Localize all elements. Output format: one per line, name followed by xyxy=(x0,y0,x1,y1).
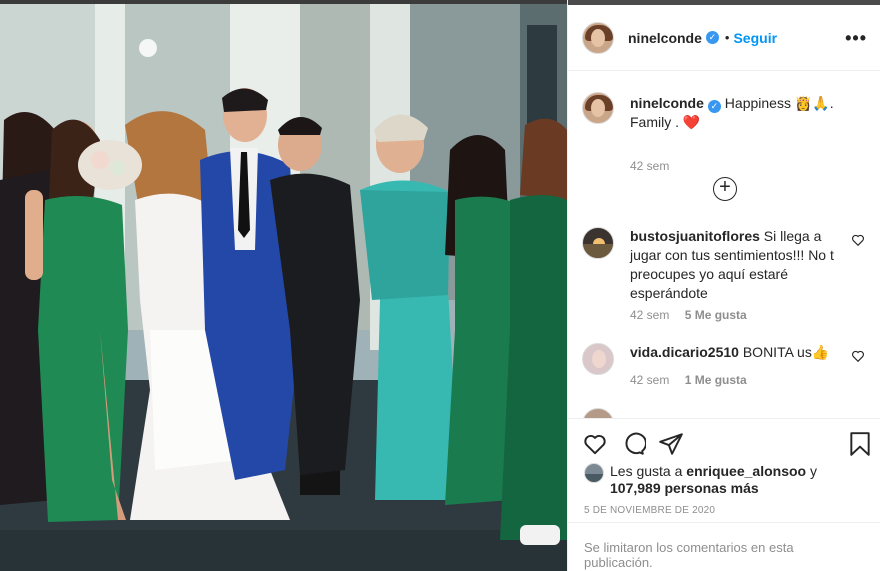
verified-badge-icon: ✓ xyxy=(707,100,721,113)
commenter-avatar[interactable] xyxy=(582,227,614,259)
post-side-panel: ninelconde ✓ • Seguir ••• ninelconde ✓ Ha… xyxy=(567,0,880,571)
liked-by-row: Les gusta a enriquee_alonsoo y 107,989 p… xyxy=(584,463,874,497)
commenter-avatar[interactable] xyxy=(582,408,614,418)
comments-disabled-notice: Se limitaron los comentarios en esta pub… xyxy=(568,522,880,571)
wedding-family-photo xyxy=(0,0,567,571)
comment-text: BONITA us👍 xyxy=(742,344,830,360)
liked-by-user[interactable]: enriquee_alonsoo xyxy=(686,463,806,479)
commenter-username[interactable]: bustosjuanitoflores xyxy=(630,228,760,244)
caption-time[interactable]: 42 sem xyxy=(630,159,669,173)
comments-list[interactable]: ninelconde ✓ Happiness 👸🙏. Family . ❤️ 42… xyxy=(568,72,880,418)
post-actions: Les gusta a enriquee_alonsoo y 107,989 p… xyxy=(568,418,880,571)
comment-likes[interactable]: 1 Me gusta xyxy=(685,373,747,387)
comment-meta: 42 sem 1 Me gusta xyxy=(630,373,759,387)
author-username[interactable]: ninelconde xyxy=(628,30,702,46)
paper-plane-icon[interactable] xyxy=(658,431,684,457)
comment-icon[interactable] xyxy=(620,431,646,457)
caption-username[interactable]: ninelconde xyxy=(630,95,704,111)
liked-by-joiner: y xyxy=(809,463,817,479)
more-options-icon[interactable]: ••• xyxy=(845,29,867,47)
plus-circle-icon[interactable]: + xyxy=(713,177,737,201)
post-photo[interactable] xyxy=(0,0,567,571)
caption-text-block: ninelconde ✓ Happiness 👸🙏. Family . ❤️ xyxy=(630,94,860,131)
liked-by-prefix: Les gusta a xyxy=(610,463,683,479)
bookmark-icon[interactable] xyxy=(847,431,873,457)
comment-text-block: bustosjuanitoflores Si llega a jugar con… xyxy=(630,227,840,303)
comment-likes[interactable]: 5 Me gusta xyxy=(685,308,747,322)
liked-by-count[interactable]: 107,989 personas más xyxy=(610,480,759,496)
caption-avatar[interactable] xyxy=(582,92,614,124)
comment-meta: 42 sem 5 Me gusta xyxy=(630,308,759,322)
comment-time[interactable]: 42 sem xyxy=(630,373,669,387)
heart-icon[interactable] xyxy=(582,431,608,457)
follow-button[interactable]: Seguir xyxy=(733,30,777,46)
separator-dot: • xyxy=(724,30,730,45)
comment-time[interactable]: 42 sem xyxy=(630,308,669,322)
comment-heart-icon[interactable] xyxy=(851,233,865,247)
comment-heart-icon[interactable] xyxy=(851,349,865,363)
liked-by-text: Les gusta a enriquee_alonsoo y 107,989 p… xyxy=(610,463,817,497)
post-date[interactable]: 5 DE NOVIEMBRE DE 2020 xyxy=(584,505,715,516)
liker-avatar[interactable] xyxy=(584,463,604,483)
post-header: ninelconde ✓ • Seguir ••• xyxy=(568,5,880,71)
comment-text-block: vida.dicario2510 BONITA us👍 xyxy=(630,343,840,362)
commenter-username[interactable]: vida.dicario2510 xyxy=(630,344,739,360)
commenter-avatar[interactable] xyxy=(582,343,614,375)
author-avatar[interactable] xyxy=(582,21,614,54)
verified-badge-icon: ✓ xyxy=(705,31,719,44)
